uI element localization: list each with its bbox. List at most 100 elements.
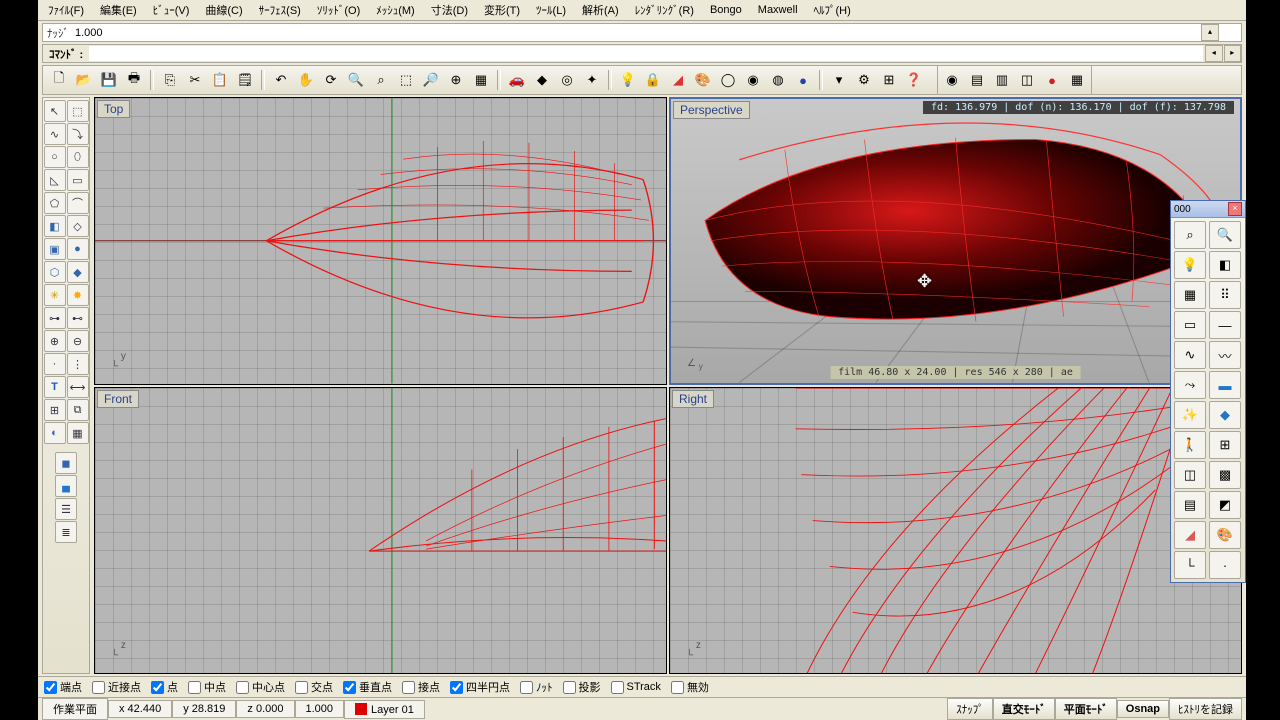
viewport-perspective[interactable]: Perspective fd: 136.979 | dof (n): 136.1… — [669, 97, 1242, 385]
cube-icon[interactable]: ◼ — [55, 452, 77, 474]
four-views-icon[interactable]: ▦ — [469, 68, 493, 92]
menu-analyze[interactable]: 解析(A) — [576, 0, 625, 20]
menu-render[interactable]: ﾚﾝﾀﾞﾘﾝｸﾞ(R) — [629, 0, 700, 20]
open-icon[interactable]: 📂 — [72, 68, 96, 92]
floating-palette[interactable]: 000 × ⌕ 🔍 💡 ◧ ▦ ⠿ ▭ — ∿ 〰 ⤳ ▬ ✨ ◆ 🚶 ⊞ ◫ … — [1170, 200, 1246, 583]
options-icon[interactable]: ⚙ — [852, 68, 876, 92]
polysrf-icon[interactable]: ◆ — [67, 261, 89, 283]
cplane-options-icon[interactable]: ✦ — [580, 68, 604, 92]
mx-settings-icon[interactable]: ▦ — [1065, 68, 1089, 92]
pal-sweep-icon[interactable]: ▬ — [1209, 371, 1241, 399]
zoom-window-icon[interactable]: ⌕ — [369, 68, 393, 92]
viewport-right[interactable]: Right — [669, 387, 1242, 675]
render-shade-icon[interactable]: ◉ — [741, 68, 765, 92]
history-up-button[interactable]: ▴ — [1201, 24, 1219, 41]
pal-cplane2-icon[interactable]: · — [1209, 551, 1241, 579]
menu-transform[interactable]: 変形(T) — [478, 0, 526, 20]
pan-icon[interactable]: ✋ — [294, 68, 318, 92]
menu-bongo[interactable]: Bongo — [704, 2, 748, 18]
pal-line-icon[interactable]: — — [1209, 311, 1241, 339]
box-icon[interactable]: ▣ — [44, 238, 66, 260]
ungroup-icon[interactable]: ⊖ — [67, 330, 89, 352]
mx-materials-icon[interactable]: ▤ — [965, 68, 989, 92]
viewport-front[interactable]: Front — [94, 387, 667, 675]
render-ghosted-icon[interactable]: ◍ — [766, 68, 790, 92]
render-icon[interactable]: ◐ — [44, 422, 66, 444]
pal-zoom-icon[interactable]: ⌕ — [1174, 221, 1206, 249]
mirror-icon[interactable]: ⧉ — [67, 399, 89, 421]
menu-solid[interactable]: ｿﾘｯﾄﾞ(O) — [311, 0, 366, 20]
copy-icon[interactable]: ⎘ — [158, 68, 182, 92]
lines-icon[interactable]: ≣ — [55, 521, 77, 543]
osnap-strack[interactable]: STrack — [611, 681, 661, 694]
cylinder-icon[interactable]: ⬡ — [44, 261, 66, 283]
menu-file[interactable]: ﾌｧｲﾙ(F) — [42, 0, 90, 20]
pal-loft-icon[interactable]: ⤳ — [1174, 371, 1206, 399]
pal-color-icon[interactable]: 🎨 — [1209, 521, 1241, 549]
light-icon[interactable]: 💡 — [616, 68, 640, 92]
pal-light-icon[interactable]: 💡 — [1174, 251, 1206, 279]
pal-material-icon[interactable]: ◢ — [1174, 521, 1206, 549]
dim-icon[interactable]: ⟷ — [67, 376, 89, 398]
point-icon[interactable]: · — [44, 353, 66, 375]
osnap-knot[interactable]: ﾉｯﾄ — [520, 679, 553, 695]
polygon-icon[interactable]: ⬠ — [44, 192, 66, 214]
pal-grid-icon[interactable]: ▦ — [1174, 281, 1206, 309]
mx-fire-icon[interactable]: ● — [1040, 68, 1064, 92]
pal-analyse-icon[interactable]: ✨ — [1174, 401, 1206, 429]
status-history-button[interactable]: ﾋｽﾄﾘを記録 — [1169, 698, 1242, 720]
osnap-int[interactable]: 交点 — [295, 679, 333, 695]
layer-red-icon[interactable]: ◢ — [666, 68, 690, 92]
menu-mesh[interactable]: ﾒｯｼｭ(M) — [370, 0, 421, 20]
osnap-point[interactable]: 点 — [151, 679, 178, 695]
circle-icon[interactable]: ○ — [44, 146, 66, 168]
polyline-icon[interactable]: ◺ — [44, 169, 66, 191]
group-icon[interactable]: ⊕ — [44, 330, 66, 352]
pal-ghosted-icon[interactable]: ◫ — [1174, 461, 1206, 489]
spline-icon[interactable]: ⤵ — [67, 123, 89, 145]
pointer-icon[interactable]: ↖ — [44, 100, 66, 122]
cmd-prev-button[interactable]: ◂ — [1205, 45, 1223, 62]
zoom-in-icon[interactable]: 🔍 — [344, 68, 368, 92]
palette-titlebar[interactable]: 000 × — [1171, 201, 1245, 218]
command-input[interactable] — [89, 46, 1203, 61]
osnap-quad[interactable]: 四半円点 — [450, 679, 510, 695]
pal-zoom-sel-icon[interactable]: 🔍 — [1209, 221, 1241, 249]
paste-icon[interactable]: 📋 — [208, 68, 232, 92]
explode-icon[interactable]: ✸ — [67, 284, 89, 306]
status-snap-button[interactable]: ｽﾅｯﾌﾟ — [947, 698, 993, 720]
curve-icon[interactable]: ∿ — [44, 123, 66, 145]
pal-wire-icon[interactable]: ▤ — [1174, 491, 1206, 519]
car-icon[interactable]: 🚗 — [505, 68, 529, 92]
close-icon[interactable]: × — [1228, 202, 1242, 216]
layers-icon[interactable]: ▄ — [55, 475, 77, 497]
osnap-project[interactable]: 投影 — [563, 679, 601, 695]
save-icon[interactable]: 💾 — [97, 68, 121, 92]
osnap-mid[interactable]: 中点 — [188, 679, 226, 695]
osnap-perp[interactable]: 垂直点 — [343, 679, 392, 695]
osnap-near[interactable]: 近接点 — [92, 679, 141, 695]
menu-curve[interactable]: 曲線(C) — [199, 0, 248, 20]
note-icon[interactable]: 🗒 — [233, 68, 257, 92]
pal-shade2-icon[interactable]: ▩ — [1209, 461, 1241, 489]
status-ortho-button[interactable]: 直交ﾓｰﾄﾞ — [993, 698, 1055, 720]
viewport-top[interactable]: Top — [94, 97, 667, 385]
menu-surface[interactable]: ｻｰﾌｪｽ(S) — [253, 0, 307, 20]
arc-icon[interactable]: ⌒ — [67, 192, 89, 214]
new-icon[interactable]: 🗋 — [47, 68, 71, 92]
render-wire-icon[interactable]: ◯ — [716, 68, 740, 92]
pal-rect-icon[interactable]: ▭ — [1174, 311, 1206, 339]
zoom-select-icon[interactable]: ⬚ — [394, 68, 418, 92]
stack-icon[interactable]: ☰ — [55, 498, 77, 520]
osnap-tan[interactable]: 接点 — [402, 679, 440, 695]
help-icon[interactable]: ❓ — [902, 68, 926, 92]
status-planar-button[interactable]: 平面ﾓｰﾄﾞ — [1055, 698, 1117, 720]
surface-icon[interactable]: ◧ — [44, 215, 66, 237]
gear-icon[interactable]: ✳ — [44, 284, 66, 306]
viewport-persp-label[interactable]: Perspective — [673, 101, 750, 119]
join-icon[interactable]: ⊶ — [44, 307, 66, 329]
pal-curve-icon[interactable]: ∿ — [1174, 341, 1206, 369]
osnap-end[interactable]: 端点 — [44, 679, 82, 695]
rotate-view-icon[interactable]: ⟳ — [319, 68, 343, 92]
pal-dots-icon[interactable]: ⠿ — [1209, 281, 1241, 309]
